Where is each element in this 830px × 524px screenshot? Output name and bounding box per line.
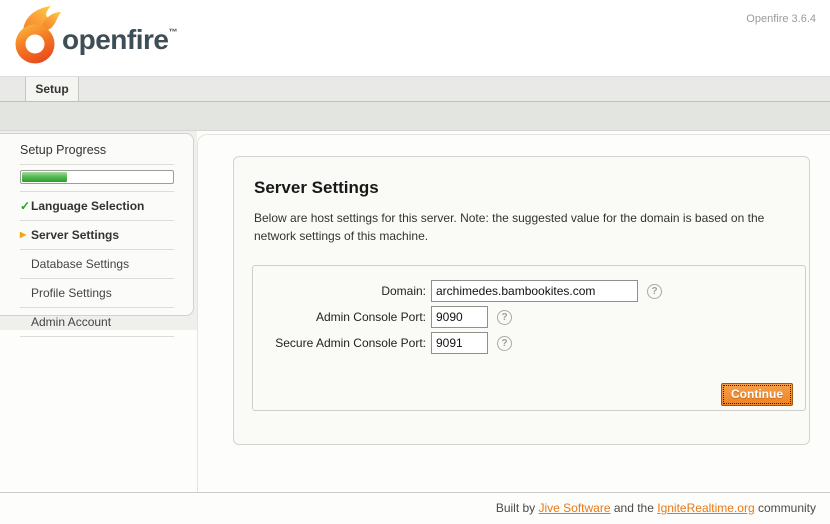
page-footer: Built by Jive Software and the IgniteRea… [0,492,830,524]
sidebar-item-label: Profile Settings [31,286,112,300]
secure-admin-console-port-label: Secure Admin Console Port: [253,336,431,350]
version-label: Openfire 3.6.4 [746,13,816,25]
setup-progress-card: Setup Progress ✓ Language Selection ▶ Se… [0,133,194,316]
page-description: Below are host settings for this server.… [254,209,788,245]
admin-console-port-input[interactable] [431,306,488,328]
form-row-admin-port: Admin Console Port: ? [253,306,805,328]
admin-console-port-label: Admin Console Port: [253,310,431,324]
current-step-arrow-icon: ▶ [20,230,31,239]
footer-text-middle: and the [611,501,658,515]
continue-button[interactable]: Continue [721,383,793,406]
footer-text-prefix: Built by [496,501,539,515]
app-header: openfire™ Openfire 3.6.4 [0,0,830,76]
openfire-setup-page: openfire™ Openfire 3.6.4 Setup Setup Pro… [0,0,830,524]
help-icon[interactable]: ? [647,284,662,299]
sidebar-item-label: Language Selection [31,199,144,213]
sidebar-item-label: Admin Account [31,315,111,329]
form-row-domain: Domain: ? [253,280,805,302]
progress-fill [22,172,67,182]
sidebar-item-server-settings[interactable]: ▶ Server Settings [20,221,174,250]
sidebar-item-language-selection[interactable]: ✓ Language Selection [20,192,174,221]
sidebar-item-label: Server Settings [31,228,119,242]
form-row-secure-admin-port: Secure Admin Console Port: ? [253,332,805,354]
setup-progress-title: Setup Progress [20,134,174,165]
tab-bar: Setup [0,76,830,102]
openfire-flame-logo-icon [10,5,62,65]
help-icon[interactable]: ? [497,310,512,325]
jive-software-link[interactable]: Jive Software [539,501,611,515]
brand-wordmark: openfire™ [62,24,177,56]
progress-bar [20,165,174,192]
page-title: Server Settings [254,178,789,198]
footer-text-suffix: community [755,501,816,515]
trademark-symbol: ™ [168,27,177,37]
check-icon: ✓ [20,199,31,213]
igniterealtime-link[interactable]: IgniteRealtime.org [657,501,754,515]
sidebar-item-admin-account[interactable]: Admin Account [20,308,174,337]
secure-admin-console-port-input[interactable] [431,332,488,354]
server-settings-panel: Server Settings Below are host settings … [233,156,810,445]
tab-setup[interactable]: Setup [25,77,79,101]
sidebar-item-label: Database Settings [31,257,129,271]
subnav-strip [0,102,830,131]
sidebar-item-profile-settings[interactable]: Profile Settings [20,279,174,308]
domain-label: Domain: [253,284,431,298]
progress-track [20,170,174,184]
sidebar-item-database-settings[interactable]: Database Settings [20,250,174,279]
help-icon[interactable]: ? [497,336,512,351]
domain-input[interactable] [431,280,638,302]
server-settings-form: Domain: ? Admin Console Port: ? Secure A… [252,265,806,411]
